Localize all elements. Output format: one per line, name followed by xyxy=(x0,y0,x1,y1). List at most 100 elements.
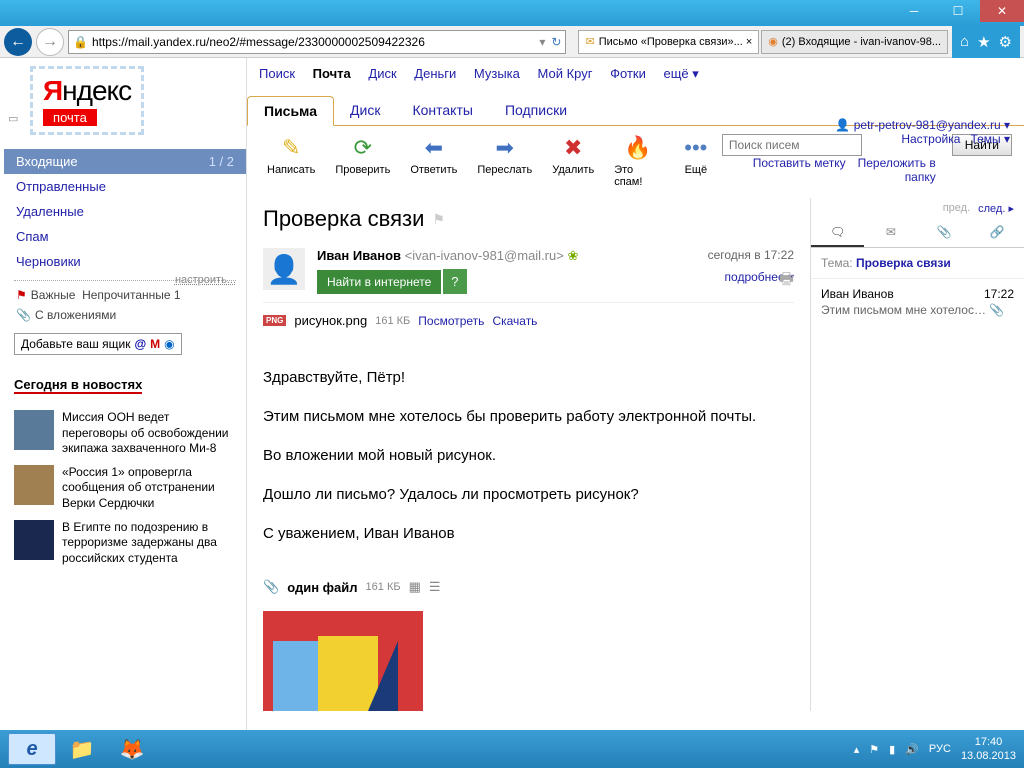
find-help-button[interactable]: ? xyxy=(443,269,466,294)
folder-spam[interactable]: Спам xyxy=(4,224,246,249)
volume-icon[interactable]: 🔊 xyxy=(905,743,919,756)
home-icon[interactable]: ⌂ xyxy=(960,33,969,50)
language-indicator[interactable]: РУС xyxy=(929,743,951,755)
png-badge-icon: PNG xyxy=(263,315,286,326)
user-email[interactable]: petr-petrov-981@yandex.ru ▾ xyxy=(854,118,1010,132)
folder-drafts[interactable]: Черновики xyxy=(4,249,246,274)
back-button[interactable]: ← xyxy=(4,28,32,56)
tab-attach[interactable]: 📎 xyxy=(918,219,971,247)
news-item[interactable]: «Россия 1» опровергла сообщения об отстр… xyxy=(14,465,236,512)
nav-mail[interactable]: Почта xyxy=(313,66,351,81)
find-internet-button[interactable]: Найти в интернете xyxy=(317,270,441,294)
service-nav: Поиск Почта Диск Деньги Музыка Мой Круг … xyxy=(247,58,1024,86)
refresh-icon: ⟳ xyxy=(349,134,377,162)
taskbar: e 📁 🦊 ▴ ⚑ ▮ 🔊 РУС 17:4013.08.2013 xyxy=(0,730,1024,768)
nav-search[interactable]: Поиск xyxy=(259,66,295,81)
nav-money[interactable]: Деньги xyxy=(414,66,456,81)
attachment-row: PNG рисунок.png 161 КБ Посмотреть Скачат… xyxy=(263,303,794,338)
nav-music[interactable]: Музыка xyxy=(474,66,520,81)
move-link[interactable]: Переложить в папку xyxy=(858,156,936,184)
nav-fotki[interactable]: Фотки xyxy=(610,66,646,81)
settings-link[interactable]: Настройка xyxy=(901,132,960,146)
message-header: 👤 Иван Иванов <ivan-ivanov-981@mail.ru> … xyxy=(263,240,794,303)
tab-strip: ✉Письмо «Проверка связи»... × ◉(2) Входя… xyxy=(578,30,948,54)
add-mailbox-button[interactable]: Добавьте ваш ящик @M◉ xyxy=(14,333,182,355)
folder-attachments[interactable]: 📎С вложениями xyxy=(4,305,246,325)
flag-icon[interactable]: ⚑ xyxy=(432,211,445,228)
preview-subject: Тема: Проверка связи xyxy=(811,248,1024,279)
reply-icon: ⬅ xyxy=(420,134,448,162)
browser-tab-2[interactable]: ◉(2) Входящие - ivan-ivanov-98... xyxy=(761,30,948,54)
folder-trash[interactable]: Удаленные xyxy=(4,199,246,224)
close-button[interactable]: ✕ xyxy=(980,0,1024,22)
news-item[interactable]: Миссия ООН ведет переговоры об освобожде… xyxy=(14,410,236,457)
news-header[interactable]: Сегодня в новостях xyxy=(14,377,142,394)
prev-link[interactable]: пред. xyxy=(943,202,970,215)
lock-icon: 🔒 xyxy=(73,35,88,49)
network-icon[interactable]: ▮ xyxy=(889,743,895,756)
tab-letters[interactable]: Письма xyxy=(247,96,334,126)
ie-taskbar-icon[interactable]: e xyxy=(8,733,56,765)
tab-thread[interactable]: 🗨 xyxy=(811,219,864,247)
collapse-icon[interactable]: ▭ xyxy=(8,113,18,125)
dropdown-icon[interactable]: ▾ xyxy=(539,35,545,49)
browser-tab-1[interactable]: ✉Письмо «Проверка связи»... × xyxy=(578,30,759,54)
paperclip-icon: 📎 xyxy=(16,308,31,322)
next-link[interactable]: след. ▸ xyxy=(978,202,1014,215)
themes-link[interactable]: Темы ▾ xyxy=(970,132,1010,146)
delete-button[interactable]: ✖Удалить xyxy=(544,134,602,176)
sender-info: Иван Иванов <ivan-ivanov-981@mail.ru> ❀ xyxy=(317,248,578,264)
spam-button[interactable]: 🔥Это спам! xyxy=(606,134,670,188)
tag-link[interactable]: Поставить метку xyxy=(753,156,846,170)
news-item[interactable]: В Египте по подозрению в терроризме заде… xyxy=(14,520,236,567)
nav-disk[interactable]: Диск xyxy=(368,66,396,81)
compose-icon: ✎ xyxy=(277,134,305,162)
main-content: Поиск Почта Диск Деньги Музыка Мой Круг … xyxy=(246,58,1024,730)
folder-inbox[interactable]: Входящие1 / 2 xyxy=(4,149,246,174)
preview-message[interactable]: Иван Иванов17:22 Этим письмом мне хотело… xyxy=(811,279,1024,325)
yandex-logo[interactable]: Яндекс почта xyxy=(30,66,144,135)
refresh-icon[interactable]: ↻ xyxy=(551,35,561,49)
tab-link[interactable]: 🔗 xyxy=(971,219,1024,247)
folder-important[interactable]: ⚑Важные Непрочитанные 1 xyxy=(4,285,246,305)
reply-button[interactable]: ⬅Ответить xyxy=(402,134,465,176)
tab-disk[interactable]: Диск xyxy=(334,96,396,125)
attachment-view[interactable]: Посмотреть xyxy=(418,314,484,328)
nav-more[interactable]: ещё ▾ xyxy=(663,66,698,81)
firefox-taskbar-icon[interactable]: 🦊 xyxy=(108,733,156,765)
forward-button[interactable]: → xyxy=(36,28,64,56)
tray-up-icon[interactable]: ▴ xyxy=(854,743,860,756)
message-date: сегодня в 17:22 xyxy=(708,248,794,262)
favorites-icon[interactable]: ★ xyxy=(977,33,990,51)
verified-icon: ❀ xyxy=(567,248,578,263)
paperclip-icon: 📎 xyxy=(263,579,279,595)
fire-icon: 🔥 xyxy=(624,134,652,162)
forward-button[interactable]: ➡Переслать xyxy=(469,134,540,176)
maximize-button[interactable]: ☐ xyxy=(936,0,980,22)
minimize-button[interactable]: ─ xyxy=(892,0,936,22)
window-titlebar: ─ ☐ ✕ xyxy=(0,0,1024,26)
message-view: 🖶 Проверка связи⚑ 👤 Иван Иванов <ivan-iv… xyxy=(247,198,810,711)
tab-mail[interactable]: ✉ xyxy=(864,219,917,247)
explorer-taskbar-icon[interactable]: 📁 xyxy=(58,733,106,765)
address-bar[interactable]: 🔒 https://mail.yandex.ru/neo2/#message/2… xyxy=(68,30,566,54)
tab-contacts[interactable]: Контакты xyxy=(396,96,488,125)
settings-icon[interactable]: ⚙ xyxy=(999,33,1012,51)
tab-subscriptions[interactable]: Подписки xyxy=(489,96,583,125)
list-view-icon[interactable]: ☰ xyxy=(429,579,441,595)
more-button[interactable]: •••Ещё xyxy=(674,134,718,176)
delete-icon: ✖ xyxy=(559,134,587,162)
print-icon[interactable]: 🖶 xyxy=(779,268,794,295)
nav-moikrug[interactable]: Мой Круг xyxy=(538,66,593,81)
flag-icon: ⚑ xyxy=(16,288,27,302)
compose-button[interactable]: ✎Написать xyxy=(259,134,323,176)
forward-icon: ➡ xyxy=(491,134,519,162)
preview-panel: пред. след. ▸ 🗨 ✉ 📎 🔗 Тема: Проверка связ… xyxy=(810,198,1024,711)
attachment-download[interactable]: Скачать xyxy=(492,314,537,328)
flag-icon[interactable]: ⚑ xyxy=(869,743,879,756)
folder-sent[interactable]: Отправленные xyxy=(4,174,246,199)
grid-view-icon[interactable]: ▦ xyxy=(409,579,421,595)
check-button[interactable]: ⟳Проверить xyxy=(327,134,398,176)
attachment-preview[interactable] xyxy=(263,611,423,711)
clock[interactable]: 17:4013.08.2013 xyxy=(961,735,1016,764)
